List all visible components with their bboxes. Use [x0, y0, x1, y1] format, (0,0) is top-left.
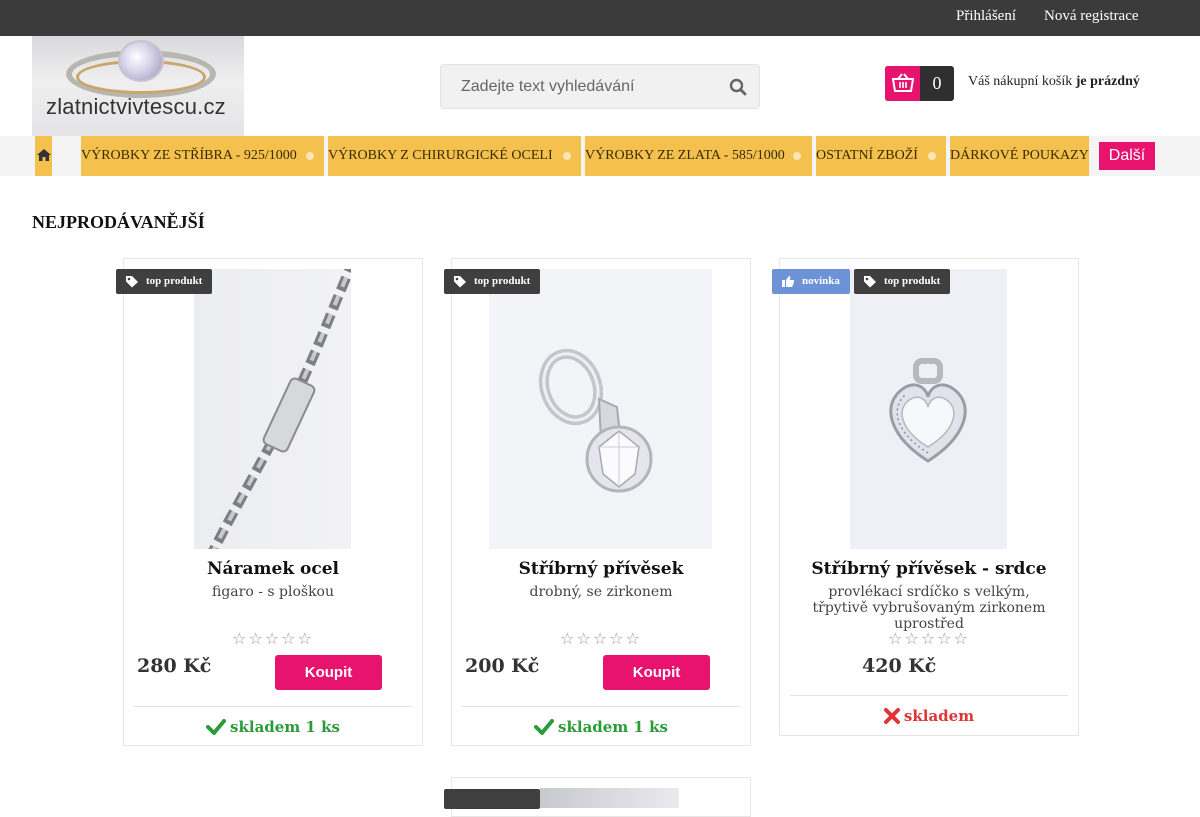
check-icon — [206, 719, 227, 735]
stock-status: skladem 1 ks — [124, 718, 422, 736]
nav-dot-icon — [306, 152, 314, 160]
cart-count: 0 — [932, 73, 942, 93]
top-bar: Přihlášení Nová registrace — [0, 0, 1200, 36]
top-product-badge: top produkt — [444, 269, 541, 294]
product-price: 280 Kč — [137, 655, 212, 677]
product-price: 200 Kč — [465, 655, 540, 677]
nav-item-silver[interactable]: VÝROBKY ZE STŘÍBRA - 925/1000 — [81, 136, 324, 176]
nav-home[interactable] — [35, 136, 52, 176]
cart-label: Váš nákupní košík — [968, 74, 1073, 89]
thumbs-up-icon — [782, 276, 795, 287]
cross-icon — [883, 708, 900, 724]
main-nav: VÝROBKY ZE STŘÍBRA - 925/1000 VÝROBKY Z … — [0, 136, 1200, 176]
product-name[interactable]: Náramek ocel — [124, 559, 422, 579]
rating-stars[interactable]: ☆☆☆☆☆ — [780, 629, 1078, 648]
stock-status: skladem 1 ks — [452, 718, 750, 736]
search-box — [440, 64, 760, 109]
product-image[interactable] — [850, 269, 1007, 549]
tag-icon — [454, 276, 466, 288]
product-image[interactable] — [194, 269, 351, 549]
login-link[interactable]: Přihlášení — [956, 8, 1016, 25]
product-image-partial[interactable] — [540, 788, 679, 808]
site-logo[interactable]: zlatnictvivtescu.cz — [32, 36, 244, 136]
rating-stars[interactable]: ☆☆☆☆☆ — [452, 629, 750, 648]
nav-item-label: OSTATNÍ ZBOŽÍ — [816, 148, 918, 163]
product-price: 420 Kč — [862, 655, 937, 677]
product-image[interactable] — [489, 269, 712, 549]
nav-item-steel[interactable]: VÝROBKY Z CHIRURGICKÉ OCELI — [328, 136, 581, 176]
basket-icon — [885, 66, 920, 101]
buy-button[interactable]: Koupit — [275, 655, 382, 690]
product-description: figaro - s ploškou — [211, 584, 334, 600]
register-link[interactable]: Nová registrace — [1044, 8, 1139, 25]
section-title: NEJPRODÁVANĚJŠÍ — [32, 212, 205, 232]
search-input[interactable] — [441, 65, 711, 108]
product-description: provlékací srdíčko s velkým, třpytivě vy… — [812, 584, 1046, 632]
product-name[interactable]: Stříbrný přívěsek - srdce — [780, 559, 1078, 579]
tag-icon — [864, 276, 876, 288]
buy-button[interactable]: Koupit — [603, 655, 710, 690]
nav-item-other[interactable]: OSTATNÍ ZBOŽÍ — [816, 136, 946, 176]
product-name[interactable]: Stříbrný přívěsek — [452, 559, 750, 579]
product-card[interactable]: top produkt Náramek ocel figaro - s ploš… — [116, 258, 423, 746]
nav-dot-icon — [928, 152, 936, 160]
logo-text: zlatnictvivtescu.cz — [46, 94, 226, 119]
nav-more-button[interactable]: Další — [1099, 142, 1155, 170]
product-card[interactable]: novinka top produkt Stříbrný přívěsek - … — [772, 258, 1079, 736]
divider — [134, 706, 412, 707]
cart-button[interactable]: 0 — [885, 66, 954, 101]
nav-dot-icon — [793, 152, 801, 160]
nav-item-vouchers[interactable]: DÁRKOVÉ POUKAZY — [950, 136, 1089, 176]
new-product-badge: novinka — [772, 269, 850, 294]
stock-status: skladem — [780, 707, 1078, 725]
nav-dot-icon — [563, 152, 571, 160]
nav-item-gold[interactable]: VÝROBKY ZE ZLATA - 585/1000 — [585, 136, 812, 176]
diamond-graphic — [118, 40, 164, 82]
nav-item-label: VÝROBKY ZE STŘÍBRA - 925/1000 — [81, 148, 297, 163]
check-icon — [534, 719, 555, 735]
cart-summary[interactable]: Váš nákupní košík je prázdný — [968, 74, 1140, 90]
top-product-badge: top produkt — [116, 269, 213, 294]
search-icon[interactable] — [729, 78, 747, 96]
product-card[interactable]: top produkt Stříbrný přívěsek drobný, se… — [444, 258, 751, 746]
nav-item-label: VÝROBKY ZE ZLATA - 585/1000 — [585, 148, 785, 163]
top-product-badge-partial — [444, 789, 540, 809]
product-description: drobný, se zirkonem — [529, 584, 673, 600]
rating-stars[interactable]: ☆☆☆☆☆ — [124, 629, 422, 648]
top-product-badge: top produkt — [854, 269, 951, 294]
nav-item-label: VÝROBKY Z CHIRURGICKÉ OCELI — [328, 148, 553, 163]
divider — [790, 695, 1068, 696]
nav-item-label: DÁRKOVÉ POUKAZY — [950, 148, 1089, 163]
divider — [462, 706, 740, 707]
tag-icon — [126, 276, 138, 288]
cart-status: je prázdný — [1075, 74, 1140, 89]
home-icon — [37, 149, 51, 161]
